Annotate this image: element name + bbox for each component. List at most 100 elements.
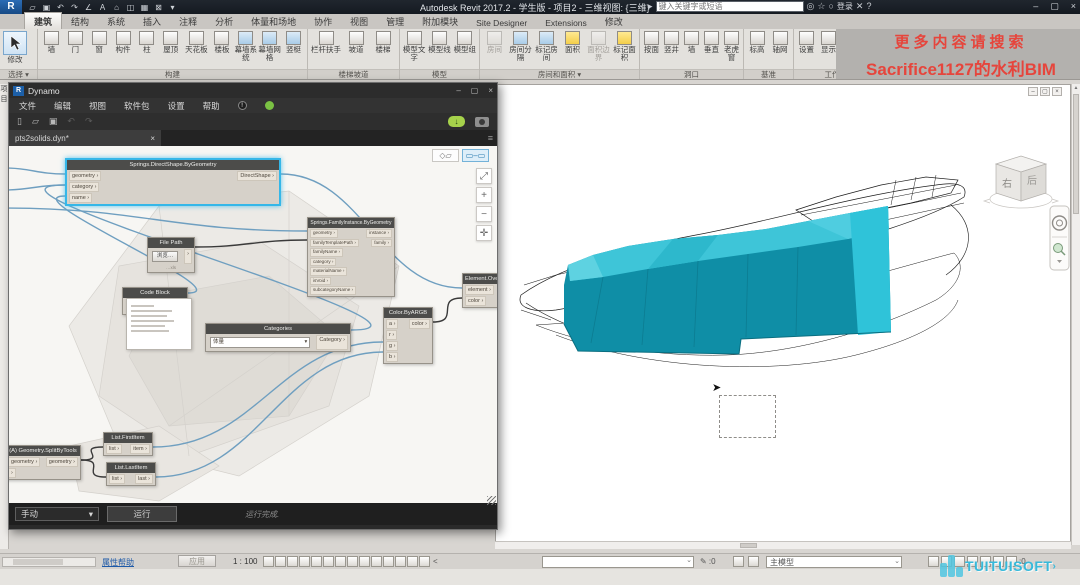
input-port-name[interactable]: name ›: [69, 193, 92, 203]
constraints-icon[interactable]: [419, 556, 430, 567]
column-button[interactable]: 柱: [135, 30, 158, 54]
input-port-color[interactable]: color ›: [465, 296, 486, 306]
run-mode-dropdown[interactable]: 手动▾: [15, 507, 99, 521]
help-icon[interactable]: ?: [866, 1, 871, 12]
vscroll-thumb[interactable]: [1073, 94, 1079, 214]
view-minimize-icon[interactable]: –: [1028, 87, 1038, 96]
curtain-grid-button[interactable]: 幕墙网格: [258, 30, 281, 62]
pan-button[interactable]: ✛: [476, 225, 492, 241]
level-button[interactable]: 标高: [746, 30, 768, 54]
crop-view-icon[interactable]: [323, 556, 334, 567]
input-port-category[interactable]: category ›: [69, 182, 99, 192]
input-port-blank[interactable]: ›: [9, 468, 16, 478]
ribbon-tab-Extensions[interactable]: Extensions: [536, 16, 596, 29]
dynamo-titlebar[interactable]: R Dynamo – ▢ ×: [9, 83, 497, 98]
dynamo-new-file-icon[interactable]: ▯: [17, 116, 22, 127]
output-port-family[interactable]: family ›: [371, 239, 392, 248]
dynamo-undo-icon[interactable]: ↶: [67, 116, 75, 127]
input-port-materialName[interactable]: materialName ›: [310, 267, 347, 276]
dynamo-menu-编辑[interactable]: 编辑: [54, 100, 71, 112]
resize-grip[interactable]: [487, 496, 496, 505]
analytical-model-icon[interactable]: [407, 556, 418, 567]
exchange-icon[interactable]: ✕: [856, 1, 864, 12]
wall-opening-button[interactable]: 墙: [682, 30, 701, 54]
ribbon-tab-Site Designer[interactable]: Site Designer: [467, 16, 536, 29]
opening-by-face-button[interactable]: 按面: [642, 30, 661, 54]
floor-button[interactable]: 楼板: [211, 30, 234, 54]
ribbon-tab-附加模块[interactable]: 附加模块: [413, 13, 467, 29]
input-port-b[interactable]: b ›: [386, 352, 398, 362]
ribbon-tab-插入[interactable]: 插入: [134, 13, 170, 29]
open-icon[interactable]: ▱: [26, 2, 39, 13]
search-icon[interactable]: ◎: [807, 1, 815, 12]
input-port-geometry[interactable]: geometry ›: [310, 229, 338, 238]
minimize-button[interactable]: –: [1033, 0, 1038, 13]
room-button[interactable]: 房间: [482, 30, 507, 54]
input-port-list[interactable]: list ›: [109, 474, 125, 484]
viewbar-collapse-icon[interactable]: <: [433, 557, 438, 566]
section-icon[interactable]: ◫: [124, 2, 137, 13]
input-port-category[interactable]: category ›: [310, 258, 336, 267]
detail-level-icon[interactable]: [275, 556, 286, 567]
springs-familyinstance-bygeometry-node[interactable]: Springs.FamilyInstance.ByGeometrygeometr…: [307, 217, 395, 297]
temporary-isolate-icon[interactable]: [359, 556, 370, 567]
modify-button[interactable]: 修改: [2, 30, 28, 64]
measure-icon[interactable]: ∠: [82, 2, 95, 13]
lock-3d-icon[interactable]: [347, 556, 358, 567]
list-firstitem-node[interactable]: List.FirstItemlist ›item ›: [103, 432, 153, 456]
navigation-bar[interactable]: [1050, 206, 1069, 270]
ribbon-tab-分析[interactable]: 分析: [206, 13, 242, 29]
shadows-icon[interactable]: [311, 556, 322, 567]
search-input[interactable]: [656, 1, 804, 12]
category-dropdown[interactable]: 体量▾: [210, 337, 310, 348]
user-icon[interactable]: ○: [828, 1, 833, 12]
input-port-list[interactable]: list ›: [106, 444, 122, 454]
show-crop-icon[interactable]: [335, 556, 346, 567]
color-byargb-node[interactable]: Color.ByARGBa ›color ›r ›g ›b ›: [383, 307, 433, 364]
dynamo-save-icon[interactable]: ▣: [49, 116, 58, 127]
geometry-preview-toggle[interactable]: ◇▱: [432, 149, 459, 162]
main-model-dropdown[interactable]: 主模型: [766, 556, 902, 568]
properties-scrollbar[interactable]: [2, 557, 96, 567]
input-port-element[interactable]: element ›: [465, 285, 494, 295]
run-button[interactable]: 运行: [107, 506, 177, 522]
output-port-DirectShape[interactable]: DirectShape ›: [237, 171, 277, 181]
file-path-node[interactable]: File Path浏览…›…xls: [147, 237, 195, 273]
text-icon[interactable]: A: [96, 2, 109, 13]
input-port-familyName[interactable]: familyName ›: [310, 248, 343, 257]
stair-button[interactable]: 楼梯: [370, 30, 396, 54]
exchange-apps-icon[interactable]: ⊠: [152, 2, 165, 13]
filepath-output-port[interactable]: ›: [184, 249, 192, 264]
dynamo-window[interactable]: R Dynamo – ▢ × 文件编辑视图软件包设置帮助! ▯▱▣↶↷↓ pts…: [8, 82, 498, 530]
redo-icon[interactable]: ↷: [68, 2, 81, 13]
save-icon[interactable]: ▣: [40, 2, 53, 13]
output-port-geometry[interactable]: geometry ›: [46, 457, 78, 467]
model-text-button[interactable]: 模型文字: [402, 30, 426, 62]
output-port-instance[interactable]: instance ›: [366, 229, 392, 238]
editable-only-icon[interactable]: [928, 556, 939, 567]
undo-icon[interactable]: ↶: [54, 2, 67, 13]
area-boundary-button[interactable]: 面积边界: [586, 30, 611, 62]
roof-button[interactable]: 屋顶: [159, 30, 182, 54]
dynamo-close-button[interactable]: ×: [488, 86, 493, 95]
dynamo-menu-文件[interactable]: 文件: [19, 100, 36, 112]
output-port-Category[interactable]: Category ›: [316, 335, 348, 350]
tag-area-button[interactable]: 标记面积: [612, 30, 637, 62]
ribbon-tab-结构[interactable]: 结构: [62, 13, 98, 29]
ceiling-button[interactable]: 天花板: [183, 30, 209, 54]
room-separator-button[interactable]: 房间分隔: [508, 30, 533, 62]
springs-directshape-bygeometry-node[interactable]: Springs.DirectShape.ByGeometrygeometry ›…: [65, 158, 281, 206]
apply-button[interactable]: 应用: [178, 555, 216, 567]
dynamo-menu-视图[interactable]: 视图: [89, 100, 106, 112]
temporary-view-icon[interactable]: [395, 556, 406, 567]
scale-icon[interactable]: [263, 556, 274, 567]
ribbon-tab-系统[interactable]: 系统: [98, 13, 134, 29]
thin-lines-icon[interactable]: ▦: [138, 2, 151, 13]
select-panel-label[interactable]: 选择 ▾: [0, 69, 37, 79]
vertical-opening-button[interactable]: 垂直: [702, 30, 721, 54]
model-group-button[interactable]: 模型组: [453, 30, 477, 54]
input-port-geometry[interactable]: geometry ›: [9, 457, 40, 467]
revit-logo[interactable]: R: [0, 0, 22, 14]
vertical-scrollbar[interactable]: ▲: [1071, 84, 1080, 545]
input-port-geometry[interactable]: geometry ›: [69, 171, 101, 181]
